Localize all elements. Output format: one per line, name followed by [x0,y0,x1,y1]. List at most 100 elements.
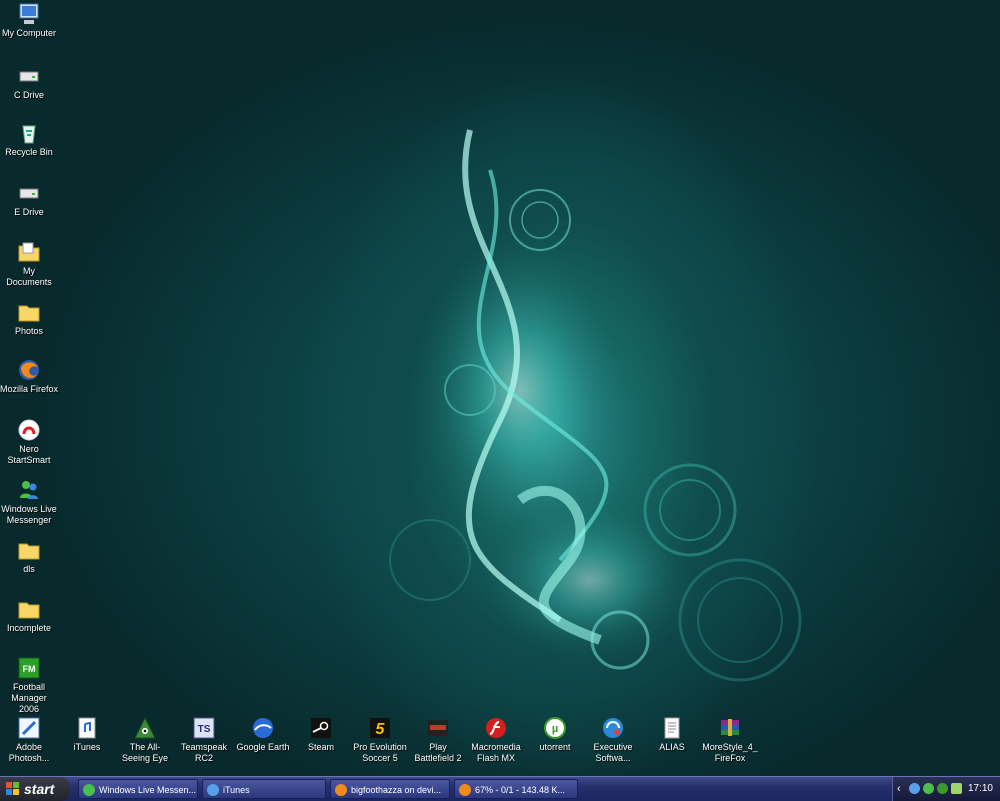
desktop-icon-label: Adobe Photosh... [8,742,50,763]
desktop-icon-label: ALIAS [659,742,685,752]
football-manager-icon: FM [18,657,40,679]
firefox-icon [19,360,39,380]
desktop-icon-the-all-seeing-eye[interactable]: The All-Seeing Eye [116,716,174,764]
chevron-left-icon[interactable]: ‹ [897,777,901,801]
my-documents-icon [18,242,40,262]
desktop-icon-mozilla-firefox[interactable]: Mozilla Firefox [0,358,58,395]
desktop-icon-label: Football Manager 2006 [11,682,47,714]
desktop-icon-label: E Drive [14,207,44,217]
desktop-icon-itunes[interactable]: iTunes [58,716,116,753]
itunes-icon [207,784,219,796]
google-earth-icon [253,718,273,738]
messenger-icon [20,481,38,499]
desktop-icon-windows-live-messenger[interactable]: Windows Live Messenger [0,478,58,526]
start-button[interactable]: start [0,777,70,801]
desktop-icon-label: Macromedia Flash MX [471,742,521,763]
battlefield-icon [428,720,448,736]
desktop-icon-utorrent[interactable]: µ utorrent [526,716,584,753]
desktop-icon-play-battlefield-2[interactable]: Play Battlefield 2 [409,716,467,764]
windows-logo-icon [6,782,19,795]
network-tray-icon[interactable] [951,783,962,794]
taskbar-button-itunes[interactable]: iTunes [202,779,326,799]
itunes-icon [78,717,96,739]
taskbar-button-label: iTunes [223,785,250,795]
desktop-icon-recycle-bin[interactable]: Recycle Bin [0,121,58,158]
executive-software-icon [603,718,623,738]
taskbar-button-label: bigfoothazza on devi... [351,785,442,795]
clock[interactable]: 17:10 [968,777,993,801]
taskbar-button-label: 67% - 0/1 - 143.48 K... [475,785,566,795]
taskbar-button-label: Windows Live Messen... [99,785,197,795]
desktop-icon-football-manager-2006[interactable]: FM Football Manager 2006 [0,656,58,715]
flash-icon [486,718,506,738]
folder-icon [18,543,40,560]
desktop-icon-my-documents[interactable]: My Documents [0,240,58,288]
desktop-icon-label: Teamspeak RC2 [180,742,228,763]
teamspeak-icon: TS [193,717,215,739]
desktop-icon-nero-startsmart[interactable]: Nero StartSmart [0,418,58,466]
photoshop-icon [18,717,40,739]
desktop-icon-executive-software[interactable]: Executive Softwa... [584,716,642,764]
desktop-icon-label: Google Earth [236,742,290,752]
desktop-icon-macromedia-flash-mx[interactable]: Macromedia Flash MX [467,716,525,764]
start-label: start [24,781,55,797]
desktop-icon-label: Pro Evolution Soccer 5 [353,742,407,763]
desktop-icon-e-drive[interactable]: E Drive [0,181,58,218]
system-tray: ‹ 17:10 [892,777,1000,801]
my-computer-icon [19,3,39,24]
recycle-bin-icon [22,125,36,144]
utorrent-tray-icon[interactable] [937,783,948,794]
winrar-icon [721,719,739,736]
folder-icon [18,602,40,619]
desktop-icon-label: Nero StartSmart [7,444,51,465]
desktop-icon-label: Executive Softwa... [593,742,633,763]
desktop-icon-label: MoreStyle_4_FireFox [702,742,758,763]
desktop-icon-label: Mozilla Firefox [0,384,59,394]
nero-icon [18,419,40,441]
drive-icon [19,188,39,199]
desktop-icon-alias[interactable]: ALIAS [643,716,701,753]
desktop-icon-photos[interactable]: Photos [0,300,58,337]
desktop-icon-dls[interactable]: dls [0,538,58,575]
taskbar-button-firefox-download[interactable]: 67% - 0/1 - 143.48 K... [454,779,578,799]
utorrent-icon: µ [544,717,566,739]
desktop[interactable]: My Computer C Drive Recycle Bin E Drive … [0,0,1000,776]
svg-text:µ: µ [552,723,558,735]
desktop-icon-pro-evolution-soccer-5[interactable]: 5 Pro Evolution Soccer 5 [351,716,409,764]
desktop-icon-label: The All-Seeing Eye [121,742,169,763]
messenger-icon [83,784,95,796]
firefox-icon [459,784,471,796]
desktop-icon-label: Photos [14,326,44,336]
svg-text:FM: FM [23,664,36,674]
taskbar-button-firefox-deviantart[interactable]: bigfoothazza on devi... [330,779,450,799]
desktop-icon-google-earth[interactable]: Google Earth [234,716,292,753]
all-seeing-eye-icon [134,716,156,739]
desktop-icon-label: C Drive [13,90,44,100]
firefox-icon [335,784,347,796]
desktop-icon-teamspeak-rc2[interactable]: TS Teamspeak RC2 [175,716,233,764]
taskbar-button-windows-live-messenger[interactable]: Windows Live Messen... [78,779,198,799]
desktop-icon-label: Recycle Bin [5,147,53,157]
desktop-icon-adobe-photoshop[interactable]: Adobe Photosh... [0,716,58,764]
desktop-icon-c-drive[interactable]: C Drive [0,64,58,101]
itunes-tray-icon[interactable] [909,783,920,794]
desktop-icon-label: Windows Live Messenger [1,504,57,525]
desktop-icon-morestyle-firefox[interactable]: MoreStyle_4_FireFox [701,716,759,764]
desktop-icon-incomplete[interactable]: Incomplete [0,597,58,634]
desktop-icon-label: Play Battlefield 2 [414,742,462,763]
wallpaper-swirl-art [389,129,802,682]
desktop-icon-steam[interactable]: Steam [292,716,350,753]
taskbar: start Windows Live Messen... iTunes bigf… [0,776,1000,801]
desktop-icon-my-computer[interactable]: My Computer [0,2,58,39]
pes5-icon: 5 [370,718,390,738]
svg-text:TS: TS [198,724,211,735]
drive-icon [19,71,39,82]
text-file-icon [664,717,680,739]
desktop-icon-label: Incomplete [6,623,52,633]
desktop-icon-label: My Documents [6,266,52,287]
messenger-tray-icon[interactable] [923,783,934,794]
desktop-icon-label: Steam [307,742,334,752]
steam-icon [311,718,331,738]
desktop-icon-label: iTunes [73,742,101,752]
desktop-icon-label: My Computer [1,28,56,38]
